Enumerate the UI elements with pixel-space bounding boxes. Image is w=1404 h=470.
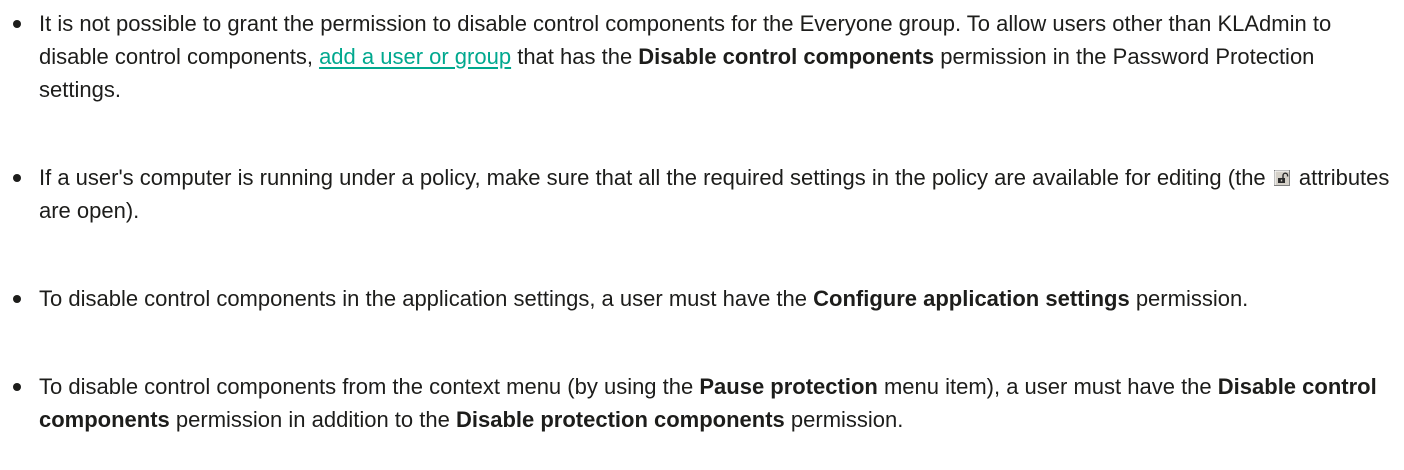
add-user-or-group-link[interactable]: add a user or group <box>319 44 511 69</box>
permission-name: Configure application settings <box>813 286 1130 311</box>
bullet-dot <box>13 295 21 303</box>
note-item: To disable control components in the app… <box>10 282 1400 315</box>
permission-name: Disable protection components <box>455 407 785 432</box>
note-item: If a user's computer is running under a … <box>10 161 1400 227</box>
bullet-dot <box>13 383 21 391</box>
permission-name: Pause protection <box>699 374 878 399</box>
permission-name: Disable control components <box>638 44 935 69</box>
note-text: To disable control components from the c… <box>39 374 700 399</box>
note-text: If a user's computer is running under a … <box>39 165 1272 190</box>
note-text: that has the <box>511 44 639 69</box>
note-text: menu item), a user must have the <box>877 374 1218 399</box>
note-text: To disable control components in the app… <box>39 286 814 311</box>
note-item: It is not possible to grant the permissi… <box>10 7 1400 106</box>
open-lock-icon <box>1273 162 1290 186</box>
note-text: permission in addition to the <box>169 407 456 432</box>
note-item: To disable control components from the c… <box>10 370 1400 436</box>
bullet-dot <box>13 174 21 182</box>
note-text: permission. <box>784 407 904 432</box>
bullet-dot <box>13 20 21 28</box>
notes-list: It is not possible to grant the permissi… <box>10 7 1400 436</box>
note-text: permission. <box>1129 286 1249 311</box>
